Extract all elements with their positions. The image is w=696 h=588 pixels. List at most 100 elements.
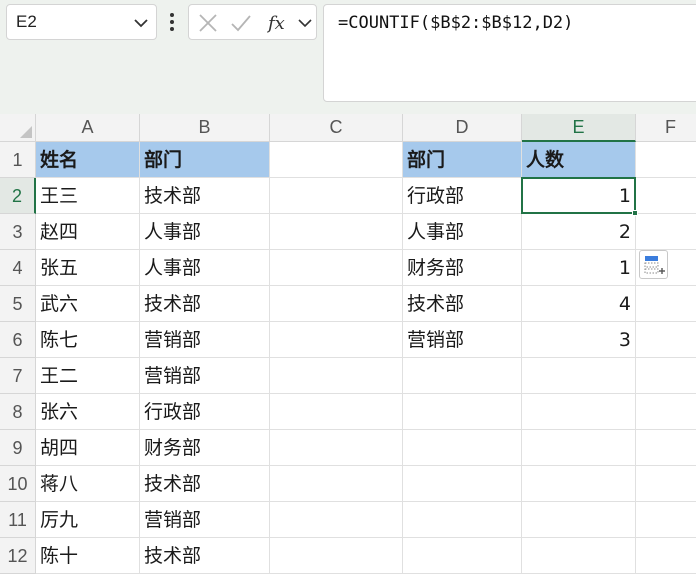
- row-header-5[interactable]: 5: [0, 286, 36, 322]
- cell-c6[interactable]: [270, 322, 403, 358]
- cell-b8[interactable]: 行政部: [140, 394, 270, 430]
- row-header-4[interactable]: 4: [0, 250, 36, 286]
- cell-b4[interactable]: 人事部: [140, 250, 270, 286]
- select-all-corner[interactable]: [0, 114, 36, 142]
- row-header-7[interactable]: 7: [0, 358, 36, 394]
- column-header-a[interactable]: A: [36, 114, 140, 142]
- cell-d5[interactable]: 技术部: [403, 286, 522, 322]
- cell-f1[interactable]: [636, 142, 696, 178]
- cell-a5[interactable]: 武六: [36, 286, 140, 322]
- cell-a2[interactable]: 王三: [36, 178, 140, 214]
- cell-b11[interactable]: 营销部: [140, 502, 270, 538]
- cell-e8[interactable]: [522, 394, 636, 430]
- cell-b7[interactable]: 营销部: [140, 358, 270, 394]
- cell-e5[interactable]: 4: [522, 286, 636, 322]
- cell-c12[interactable]: [270, 538, 403, 574]
- cell-a1[interactable]: 姓名: [36, 142, 140, 178]
- cell-f10[interactable]: [636, 466, 696, 502]
- row-header-8[interactable]: 8: [0, 394, 36, 430]
- cell-e6[interactable]: 3: [522, 322, 636, 358]
- cell-f6[interactable]: [636, 322, 696, 358]
- cell-c5[interactable]: [270, 286, 403, 322]
- cell-a7[interactable]: 王二: [36, 358, 140, 394]
- cell-f2[interactable]: [636, 178, 696, 214]
- cell-e9[interactable]: [522, 430, 636, 466]
- cell-a9[interactable]: 胡四: [36, 430, 140, 466]
- cell-a11[interactable]: 厉九: [36, 502, 140, 538]
- cell-b6[interactable]: 营销部: [140, 322, 270, 358]
- cell-b2[interactable]: 技术部: [140, 178, 270, 214]
- cell-a12[interactable]: 陈十: [36, 538, 140, 574]
- row-header-11[interactable]: 11: [0, 502, 36, 538]
- cell-f3[interactable]: [636, 214, 696, 250]
- row-header-12[interactable]: 12: [0, 538, 36, 574]
- row-header-3[interactable]: 3: [0, 214, 36, 250]
- cell-c10[interactable]: [270, 466, 403, 502]
- column-header-c[interactable]: C: [270, 114, 403, 142]
- cell-c9[interactable]: [270, 430, 403, 466]
- cell-e10[interactable]: [522, 466, 636, 502]
- column-header-b[interactable]: B: [140, 114, 270, 142]
- cell-b9[interactable]: 财务部: [140, 430, 270, 466]
- column-header-e[interactable]: E: [522, 114, 636, 142]
- cell-b12[interactable]: 技术部: [140, 538, 270, 574]
- cell-e2[interactable]: 1: [522, 178, 636, 214]
- cell-f5[interactable]: [636, 286, 696, 322]
- insert-function-icon[interactable]: fx: [267, 12, 295, 34]
- cell-d12[interactable]: [403, 538, 522, 574]
- cell-c11[interactable]: [270, 502, 403, 538]
- cell-a6[interactable]: 陈七: [36, 322, 140, 358]
- cell-f8[interactable]: [636, 394, 696, 430]
- cell-b1[interactable]: 部门: [140, 142, 270, 178]
- row-header-10[interactable]: 10: [0, 466, 36, 502]
- column-header-d[interactable]: D: [403, 114, 522, 142]
- name-box[interactable]: E2: [6, 4, 157, 40]
- cancel-icon[interactable]: [197, 12, 219, 34]
- cell-f12[interactable]: [636, 538, 696, 574]
- more-options-icon[interactable]: [168, 11, 176, 33]
- cell-c2[interactable]: [270, 178, 403, 214]
- cell-d2[interactable]: 行政部: [403, 178, 522, 214]
- chevron-down-icon[interactable]: [132, 14, 150, 32]
- cell-f9[interactable]: [636, 430, 696, 466]
- cell-a4[interactable]: 张五: [36, 250, 140, 286]
- cell-e4[interactable]: 1: [522, 250, 636, 286]
- cell-c7[interactable]: [270, 358, 403, 394]
- formula-input[interactable]: =COUNTIF($B$2:$B$12,D2): [323, 4, 696, 102]
- cell-b5[interactable]: 技术部: [140, 286, 270, 322]
- cell-c8[interactable]: [270, 394, 403, 430]
- formula-actions: fx: [188, 4, 317, 40]
- cell-d1[interactable]: 部门: [403, 142, 522, 178]
- cell-b3[interactable]: 人事部: [140, 214, 270, 250]
- cell-a10[interactable]: 蒋八: [36, 466, 140, 502]
- cell-c3[interactable]: [270, 214, 403, 250]
- confirm-icon[interactable]: [230, 12, 252, 34]
- cell-e12[interactable]: [522, 538, 636, 574]
- row-header-1[interactable]: 1: [0, 142, 36, 178]
- row-header-6[interactable]: 6: [0, 322, 36, 358]
- cell-d4[interactable]: 财务部: [403, 250, 522, 286]
- cell-d3[interactable]: 人事部: [403, 214, 522, 250]
- cell-d6[interactable]: 营销部: [403, 322, 522, 358]
- cell-a8[interactable]: 张六: [36, 394, 140, 430]
- cell-e3[interactable]: 2: [522, 214, 636, 250]
- cell-d7[interactable]: [403, 358, 522, 394]
- cell-e7[interactable]: [522, 358, 636, 394]
- cell-a3[interactable]: 赵四: [36, 214, 140, 250]
- function-chevron-down-icon[interactable]: [296, 12, 314, 34]
- cell-c4[interactable]: [270, 250, 403, 286]
- cell-b10[interactable]: 技术部: [140, 466, 270, 502]
- cell-d10[interactable]: [403, 466, 522, 502]
- cell-f7[interactable]: [636, 358, 696, 394]
- cell-d8[interactable]: [403, 394, 522, 430]
- row-header-2[interactable]: 2: [0, 178, 36, 214]
- cell-e11[interactable]: [522, 502, 636, 538]
- cell-d11[interactable]: [403, 502, 522, 538]
- quick-analysis-button[interactable]: [639, 250, 668, 279]
- column-header-f[interactable]: F: [636, 114, 696, 142]
- cell-f11[interactable]: [636, 502, 696, 538]
- row-header-9[interactable]: 9: [0, 430, 36, 466]
- cell-e1[interactable]: 人数: [522, 142, 636, 178]
- cell-d9[interactable]: [403, 430, 522, 466]
- cell-c1[interactable]: [270, 142, 403, 178]
